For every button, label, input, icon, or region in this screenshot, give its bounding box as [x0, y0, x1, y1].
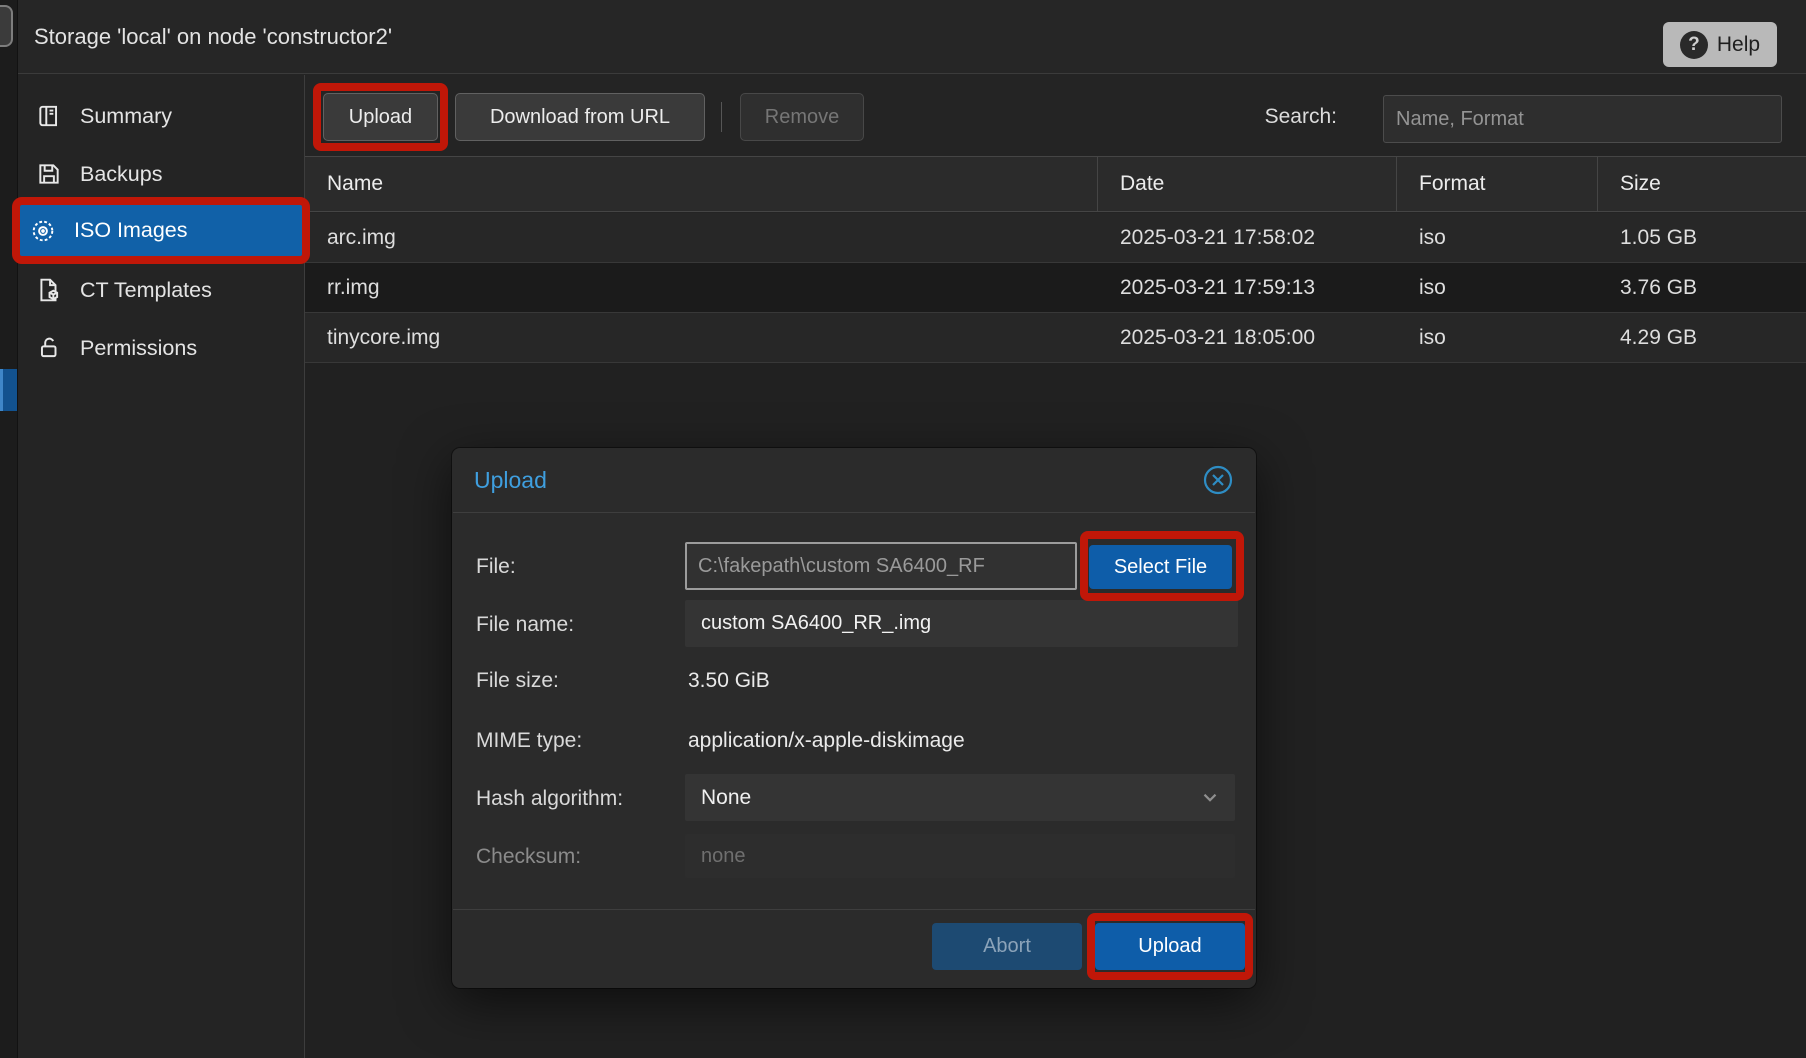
sidebar-item-label: ISO Images	[74, 218, 188, 243]
column-header-format[interactable]: Format	[1397, 157, 1598, 211]
annotation-box-iso-images: ISO Images	[12, 197, 310, 264]
sidebar-item-label: Summary	[80, 104, 172, 129]
cell-name: rr.img	[305, 263, 1098, 312]
sidebar: Summary Backups ISO Images CT Templates	[18, 75, 305, 1058]
table-row[interactable]: rr.img 2025-03-21 17:59:13 iso 3.76 GB	[305, 263, 1806, 313]
cell-format: iso	[1397, 263, 1598, 312]
container-template-icon	[36, 277, 62, 303]
upload-dialog: Upload File: File name: File size: MIME …	[452, 448, 1256, 988]
chevron-down-icon	[1199, 786, 1221, 808]
checksum-field[interactable]: none	[685, 834, 1235, 878]
book-icon	[36, 103, 62, 129]
upload-dialog-button[interactable]: Upload	[1095, 923, 1245, 970]
cell-date: 2025-03-21 17:59:13	[1098, 263, 1397, 312]
cell-date: 2025-03-21 18:05:00	[1098, 313, 1397, 362]
sidebar-item-summary[interactable]: Summary	[20, 92, 303, 140]
hash-algorithm-select[interactable]: None	[685, 774, 1235, 821]
column-header-size[interactable]: Size	[1598, 157, 1806, 211]
proxmox-storage-window: Storage 'local' on node 'constructor2' ?…	[0, 0, 1806, 1058]
file-name-label: File name:	[476, 601, 681, 649]
close-icon[interactable]	[1200, 462, 1236, 498]
sidebar-item-iso-images[interactable]: ISO Images	[20, 205, 302, 256]
download-from-url-button[interactable]: Download from URL	[455, 93, 705, 141]
dialog-title: Upload	[474, 448, 547, 512]
table-row[interactable]: arc.img 2025-03-21 17:58:02 iso 1.05 GB	[305, 213, 1806, 263]
cell-name: arc.img	[305, 213, 1098, 262]
upload-toolbar-button[interactable]: Upload	[323, 93, 438, 141]
cell-format: iso	[1397, 213, 1598, 262]
file-size-value: 3.50 GiB	[688, 657, 770, 705]
toolbar-separator	[721, 102, 722, 132]
cell-date: 2025-03-21 17:58:02	[1098, 213, 1397, 262]
hash-algorithm-label: Hash algorithm:	[476, 775, 681, 823]
sidebar-item-label: Backups	[80, 162, 162, 187]
table-row[interactable]: tinycore.img 2025-03-21 18:05:00 iso 4.2…	[305, 313, 1806, 363]
column-header-name[interactable]: Name	[305, 157, 1098, 211]
help-button[interactable]: ? Help	[1663, 22, 1777, 67]
cell-size: 3.76 GB	[1598, 263, 1806, 312]
cell-name: tinycore.img	[305, 313, 1098, 362]
search-input[interactable]	[1383, 95, 1782, 143]
help-label: Help	[1717, 33, 1760, 57]
page-title: Storage 'local' on node 'constructor2'	[34, 0, 392, 74]
sidebar-item-backups[interactable]: Backups	[20, 150, 303, 198]
abort-button[interactable]: Abort	[932, 923, 1082, 970]
cropped-button-fragment	[0, 5, 13, 47]
file-name-field[interactable]: custom SA6400_RR_.img	[685, 600, 1238, 647]
cell-format: iso	[1397, 313, 1598, 362]
cell-size: 4.29 GB	[1598, 313, 1806, 362]
sidebar-item-permissions[interactable]: Permissions	[20, 324, 303, 372]
header-bar: Storage 'local' on node 'constructor2' ?…	[18, 0, 1806, 74]
mime-type-label: MIME type:	[476, 717, 681, 765]
sidebar-item-label: Permissions	[80, 336, 197, 361]
floppy-icon	[36, 161, 62, 187]
file-path-input[interactable]	[685, 542, 1077, 590]
remove-button[interactable]: Remove	[740, 93, 864, 141]
sidebar-item-ct-templates[interactable]: CT Templates	[20, 266, 303, 314]
unlock-icon	[36, 335, 62, 361]
search-label: Search:	[1220, 93, 1337, 141]
left-edge-strip	[0, 0, 18, 1058]
column-header-date[interactable]: Date	[1098, 157, 1397, 211]
select-file-button[interactable]: Select File	[1089, 545, 1232, 589]
table-header-row: Name Date Format Size	[305, 156, 1806, 212]
checksum-label: Checksum:	[476, 833, 681, 881]
sidebar-item-label: CT Templates	[80, 278, 212, 303]
cd-icon	[30, 218, 56, 244]
question-icon: ?	[1680, 31, 1708, 59]
mime-type-value: application/x-apple-diskimage	[688, 717, 965, 765]
cell-size: 1.05 GB	[1598, 213, 1806, 262]
file-size-label: File size:	[476, 657, 681, 705]
file-label: File:	[476, 543, 681, 591]
hash-algorithm-value: None	[701, 786, 751, 809]
cropped-tree-selection-fragment	[0, 369, 17, 411]
